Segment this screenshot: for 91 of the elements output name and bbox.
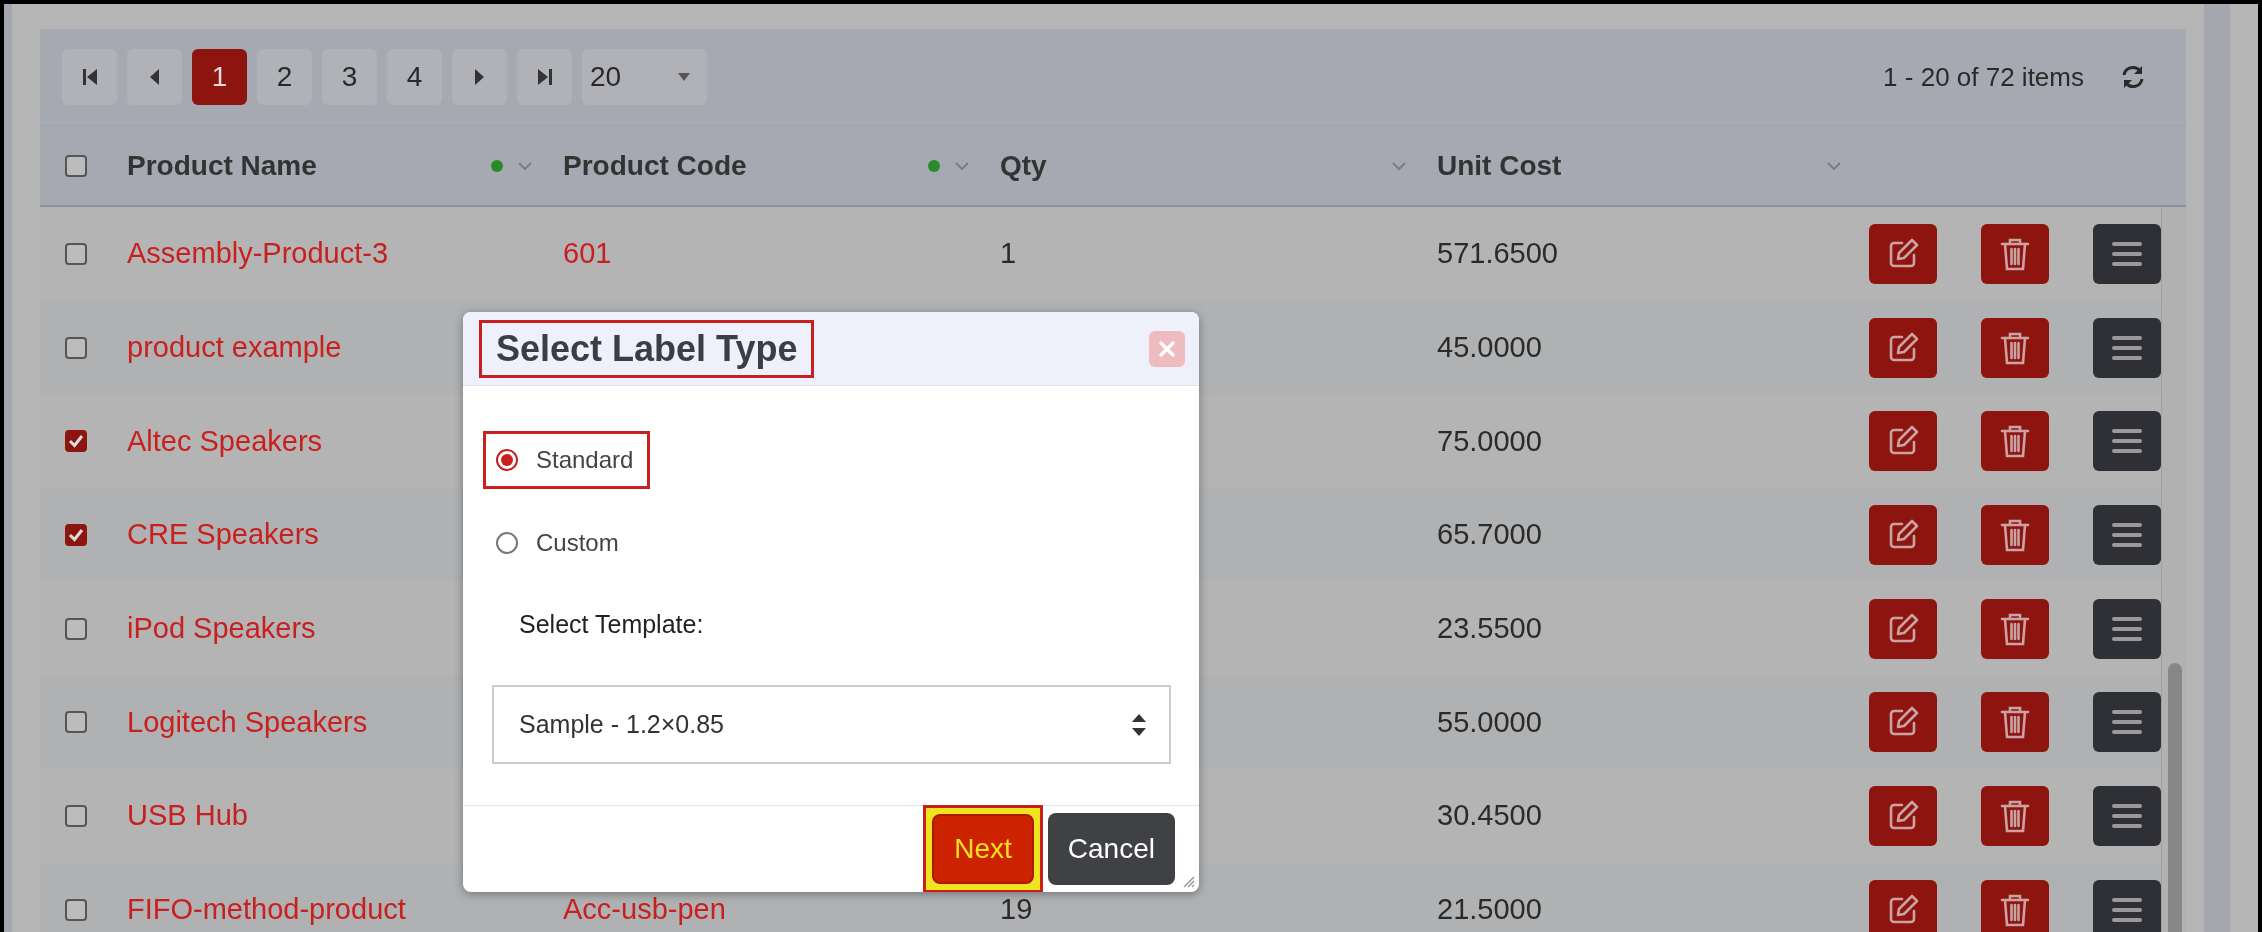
last-page-button[interactable]: [517, 49, 572, 105]
delete-button[interactable]: [1981, 504, 2049, 565]
unit-cost-cell: 55.0000: [1437, 705, 1542, 738]
menu-button[interactable]: [2093, 692, 2161, 753]
checkbox[interactable]: [65, 154, 87, 177]
page-button[interactable]: 3: [322, 49, 377, 105]
unit-cost-cell: 23.5500: [1437, 612, 1542, 645]
dialog-title: Select Label Type: [479, 319, 815, 378]
delete-button[interactable]: [1981, 692, 2049, 753]
delete-button[interactable]: [1981, 317, 2049, 378]
unit-cost-cell: 75.0000: [1437, 424, 1542, 457]
items-count: 1 - 20 of 72 items: [1883, 61, 2084, 93]
menu-icon: [2111, 896, 2143, 923]
product-name-link[interactable]: USB Hub: [127, 799, 248, 832]
next-page-button[interactable]: [452, 49, 507, 105]
checkbox[interactable]: [65, 336, 87, 359]
edit-button[interactable]: [1869, 411, 1937, 472]
page-button[interactable]: 2: [257, 49, 312, 105]
menu-button[interactable]: [2093, 317, 2161, 378]
checkbox[interactable]: [65, 617, 87, 640]
edit-button[interactable]: [1869, 879, 1937, 932]
delete-button[interactable]: [1981, 223, 2049, 284]
product-code: Acc-usb-pen: [563, 893, 726, 926]
menu-button[interactable]: [2093, 223, 2161, 284]
checkbox[interactable]: [65, 898, 87, 921]
menu-icon: [2111, 240, 2143, 267]
edit-button[interactable]: [1869, 223, 1937, 284]
unit-cost-cell: 45.0000: [1437, 331, 1542, 364]
last-page-icon: [536, 68, 553, 86]
menu-button[interactable]: [2093, 411, 2161, 472]
edit-button[interactable]: [1869, 785, 1937, 846]
delete-button[interactable]: [1981, 785, 2049, 846]
radio-option[interactable]: Standard: [483, 431, 651, 489]
radio-option[interactable]: Custom: [483, 514, 636, 572]
checkbox[interactable]: [65, 430, 87, 453]
column-header[interactable]: Product Code: [563, 149, 747, 182]
cancel-button[interactable]: Cancel: [1047, 813, 1175, 885]
menu-icon: [2111, 428, 2143, 455]
delete-button[interactable]: [1981, 598, 2049, 659]
unit-cost-cell: 30.4500: [1437, 799, 1542, 832]
unit-cost-cell: 65.7000: [1437, 518, 1542, 551]
menu-button[interactable]: [2093, 785, 2161, 846]
refresh-icon[interactable]: [2120, 64, 2146, 90]
menu-icon: [2111, 521, 2143, 548]
resize-grip-icon[interactable]: [1181, 874, 1195, 888]
menu-icon: [2111, 802, 2143, 829]
first-page-icon: [81, 68, 98, 86]
next-page-icon: [474, 68, 485, 86]
previous-page-icon: [149, 68, 160, 86]
template-select[interactable]: Sample - 1.2×0.85: [492, 685, 1171, 764]
next-button[interactable]: Next: [932, 814, 1034, 884]
menu-icon: [2111, 334, 2143, 361]
product-code: 601: [563, 237, 612, 270]
edit-button[interactable]: [1869, 504, 1937, 565]
menu-button[interactable]: [2093, 598, 2161, 659]
menu-button[interactable]: [2093, 879, 2161, 932]
trash-icon: [2000, 423, 2030, 460]
page-size-dropdown[interactable]: 20: [582, 49, 707, 105]
product-name-link[interactable]: Altec Speakers: [127, 424, 323, 457]
checkbox[interactable]: [65, 242, 87, 265]
up-down-arrows-icon: [1131, 712, 1147, 737]
column-header[interactable]: Product Name: [127, 149, 317, 182]
checkbox[interactable]: [65, 711, 87, 734]
trash-icon: [2000, 704, 2030, 741]
delete-button[interactable]: [1981, 411, 2049, 472]
qty-cell: 19: [1000, 893, 1033, 926]
column-header[interactable]: Qty: [1000, 149, 1047, 182]
unit-cost-cell: 21.5000: [1437, 893, 1542, 926]
unit-cost-cell: 571.6500: [1437, 237, 1558, 270]
product-name-link[interactable]: Assembly-Product-3: [127, 237, 389, 270]
menu-icon: [2111, 709, 2143, 736]
first-page-button[interactable]: [62, 49, 117, 105]
menu-icon: [2111, 615, 2143, 642]
radio-button[interactable]: [496, 532, 518, 554]
edit-button[interactable]: [1869, 317, 1937, 378]
edit-button[interactable]: [1869, 598, 1937, 659]
product-name-link[interactable]: iPod Speakers: [127, 612, 316, 645]
page-button[interactable]: 1: [192, 49, 247, 105]
dropdown-triangle-icon: [677, 72, 691, 82]
previous-page-button[interactable]: [127, 49, 182, 105]
delete-button[interactable]: [1981, 879, 2049, 932]
edit-button[interactable]: [1869, 692, 1937, 753]
qty-cell: 1: [1000, 237, 1017, 270]
checkbox[interactable]: [65, 523, 87, 546]
column-header[interactable]: Unit Cost: [1437, 149, 1562, 182]
close-icon: [1159, 340, 1175, 357]
page-button[interactable]: 4: [387, 49, 442, 105]
radio-button[interactable]: [496, 449, 518, 471]
menu-button[interactable]: [2093, 504, 2161, 565]
template-label: Select Template:: [519, 610, 705, 639]
checkbox[interactable]: [65, 804, 87, 827]
